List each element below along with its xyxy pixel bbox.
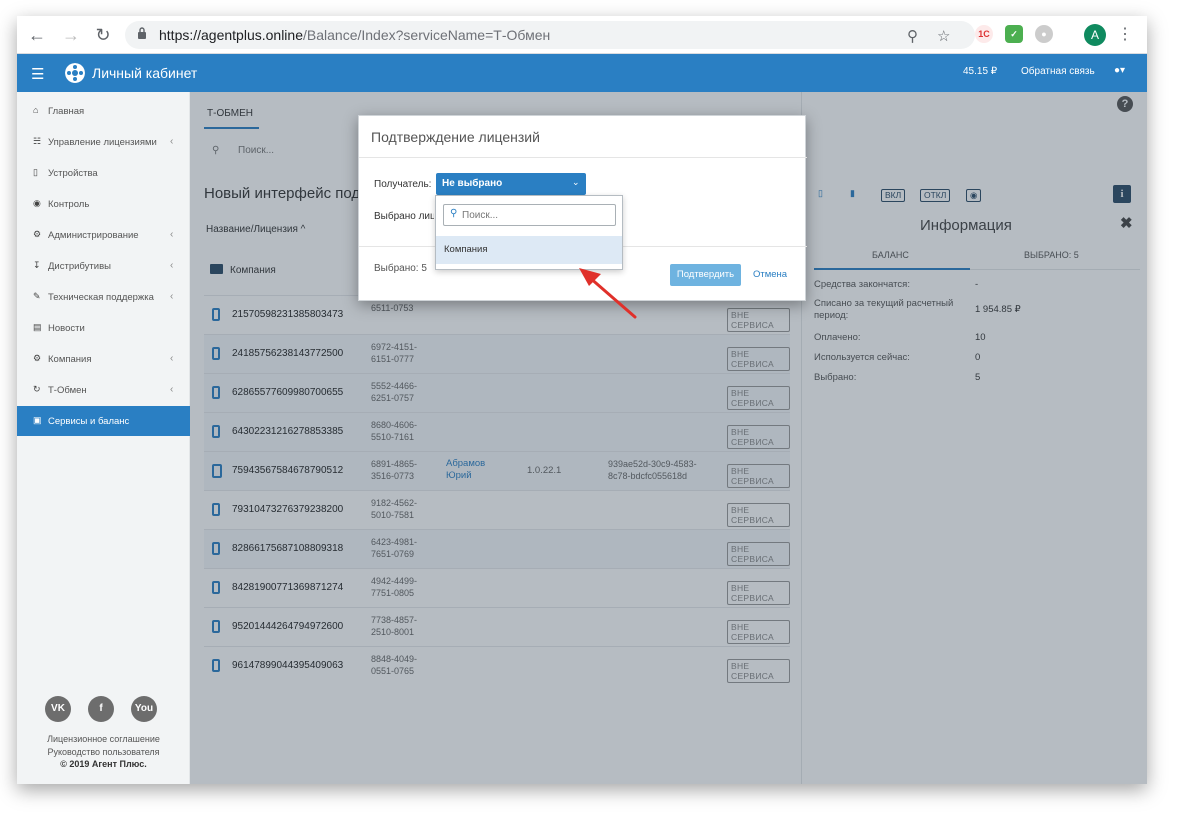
selected-count: Выбрано: 5 [374, 263, 427, 274]
sidebar-item-label: Администрирование [48, 230, 139, 241]
chevron-left-icon: ‹ [170, 229, 174, 240]
chevron-left-icon: ‹ [170, 260, 174, 271]
wrench-icon: ✎ [33, 291, 41, 301]
modal-title: Подтверждение лицензий [371, 129, 540, 145]
sidebar-item[interactable]: ↻ Т-Обмен ‹ [17, 375, 190, 405]
mobile-icon: ▯ [33, 167, 38, 177]
recipient-label: Получатель: [374, 179, 432, 190]
facebook-icon[interactable]: f [88, 696, 114, 722]
sidebar-item[interactable]: ↧ Дистрибутивы ‹ [17, 251, 190, 281]
vk-icon[interactable]: VK [45, 696, 71, 722]
sidebar-item-label: Сервисы и баланс [48, 416, 130, 427]
hamburger-icon[interactable]: ☰ [31, 65, 44, 83]
url-host: https://agentplus.online [159, 27, 303, 43]
browser-toolbar: ← → ↻ https://agentplus.online/Balance/I… [17, 16, 1147, 54]
zoom-icon[interactable]: ⚲ [907, 27, 918, 45]
app-header: ☰ Личный кабинет 45.15 ₽ Обратная связь … [17, 54, 1147, 92]
profile-avatar[interactable]: A [1084, 24, 1106, 46]
cancel-button[interactable]: Отмена [753, 269, 787, 280]
sidebar-item[interactable]: ◉ Контроль [17, 189, 190, 219]
ext-1c-icon[interactable]: 1С [975, 25, 993, 43]
forward-icon[interactable]: → [59, 23, 83, 47]
chevron-left-icon: ‹ [170, 353, 174, 364]
sidebar-item-label: Новости [48, 323, 85, 334]
gear-icon: ⚙ [33, 353, 42, 363]
footer-link[interactable]: Лицензионное соглашение [17, 734, 190, 744]
dropdown-option-company[interactable]: Компания [436, 236, 622, 264]
sidebar-item[interactable]: ⚙ Компания ‹ [17, 344, 190, 374]
newspaper-icon: ▤ [33, 322, 42, 332]
app-title: Личный кабинет [92, 65, 198, 81]
sidebar-item-label: Управление лицензиями [48, 137, 157, 148]
modal-divider [359, 157, 807, 158]
recipient-value: Не выбрано [442, 178, 503, 189]
chevron-left-icon: ‹ [170, 384, 174, 395]
user-menu-icon[interactable]: ●▾ [1114, 65, 1125, 76]
globe-icon: ◉ [33, 198, 41, 208]
refresh-icon: ↻ [33, 384, 41, 394]
youtube-icon[interactable]: You [131, 696, 157, 722]
sidebar-item[interactable]: ▣ Сервисы и баланс [17, 406, 190, 436]
lock-icon [138, 27, 146, 39]
chevron-left-icon: ‹ [170, 291, 174, 302]
sidebar: ⌂ Главная ☵ Управление лицензиями ‹ ▯ Устройст… [17, 92, 190, 784]
download-icon: ↧ [33, 260, 41, 270]
menu-kebab-icon[interactable]: ⋮ [1117, 24, 1133, 44]
address-bar[interactable]: https://agentplus.online/Balance/Index?s… [125, 21, 975, 49]
copyright: © 2019 Агент Плюс. [60, 759, 147, 769]
sidebar-item-label: Дистрибутивы [48, 261, 111, 272]
feedback-link[interactable]: Обратная связь [1021, 66, 1095, 77]
reload-icon[interactable]: ↻ [91, 23, 115, 47]
dropdown-option-label: Компания [444, 244, 488, 255]
dropdown-search[interactable]: ⚲ [443, 204, 616, 226]
sidebar-item-label: Техническая поддержка [48, 292, 154, 303]
browser-window: ← → ↻ https://agentplus.online/Balance/I… [17, 16, 1147, 784]
recipient-dropdown: ⚲ Компания [435, 195, 623, 270]
money-icon: ▣ [33, 415, 42, 425]
sitemap-icon: ☵ [33, 136, 42, 146]
confirm-button[interactable]: Подтвердить [670, 264, 741, 286]
ext-circle-icon[interactable]: ● [1035, 25, 1053, 43]
sidebar-item[interactable]: ⚙ Администрирование ‹ [17, 220, 190, 250]
sidebar-item-label: Контроль [48, 199, 90, 210]
back-icon[interactable]: ← [25, 23, 49, 47]
sidebar-item[interactable]: ☵ Управление лицензиями ‹ [17, 127, 190, 157]
url-path: /Balance/Index?serviceName=Т-Обмен [303, 27, 551, 43]
dropdown-search-input[interactable] [462, 207, 612, 223]
sidebar-item[interactable]: ⌂ Главная [17, 96, 190, 126]
sidebar-item-label: Компания [48, 354, 92, 365]
sidebar-item[interactable]: ▤ Новости [17, 313, 190, 343]
sidebar-item-label: Т-Обмен [48, 385, 87, 396]
search-icon: ⚲ [450, 208, 458, 219]
home-icon: ⌂ [33, 105, 39, 115]
selected-licenses-label: Выбрано лицензий [374, 211, 434, 222]
header-balance[interactable]: 45.15 ₽ [963, 66, 997, 77]
sidebar-item[interactable]: ✎ Техническая поддержка ‹ [17, 282, 190, 312]
recipient-select[interactable]: Не выбрано ⌄ [436, 173, 586, 195]
gears-icon: ⚙ [33, 229, 42, 239]
logo-icon [65, 63, 85, 83]
star-icon[interactable]: ☆ [937, 27, 950, 45]
sidebar-item-label: Устройства [48, 168, 98, 179]
sidebar-item[interactable]: ▯ Устройства [17, 158, 190, 188]
chevron-left-icon: ‹ [170, 136, 174, 147]
footer-link[interactable]: Руководство пользователя [17, 747, 190, 757]
shield-ext-icon[interactable]: ✓ [1005, 25, 1023, 43]
sidebar-item-label: Главная [48, 106, 85, 117]
url-text: https://agentplus.online/Balance/Index?s… [159, 27, 550, 43]
chevron-down-icon: ⌄ [572, 177, 580, 187]
